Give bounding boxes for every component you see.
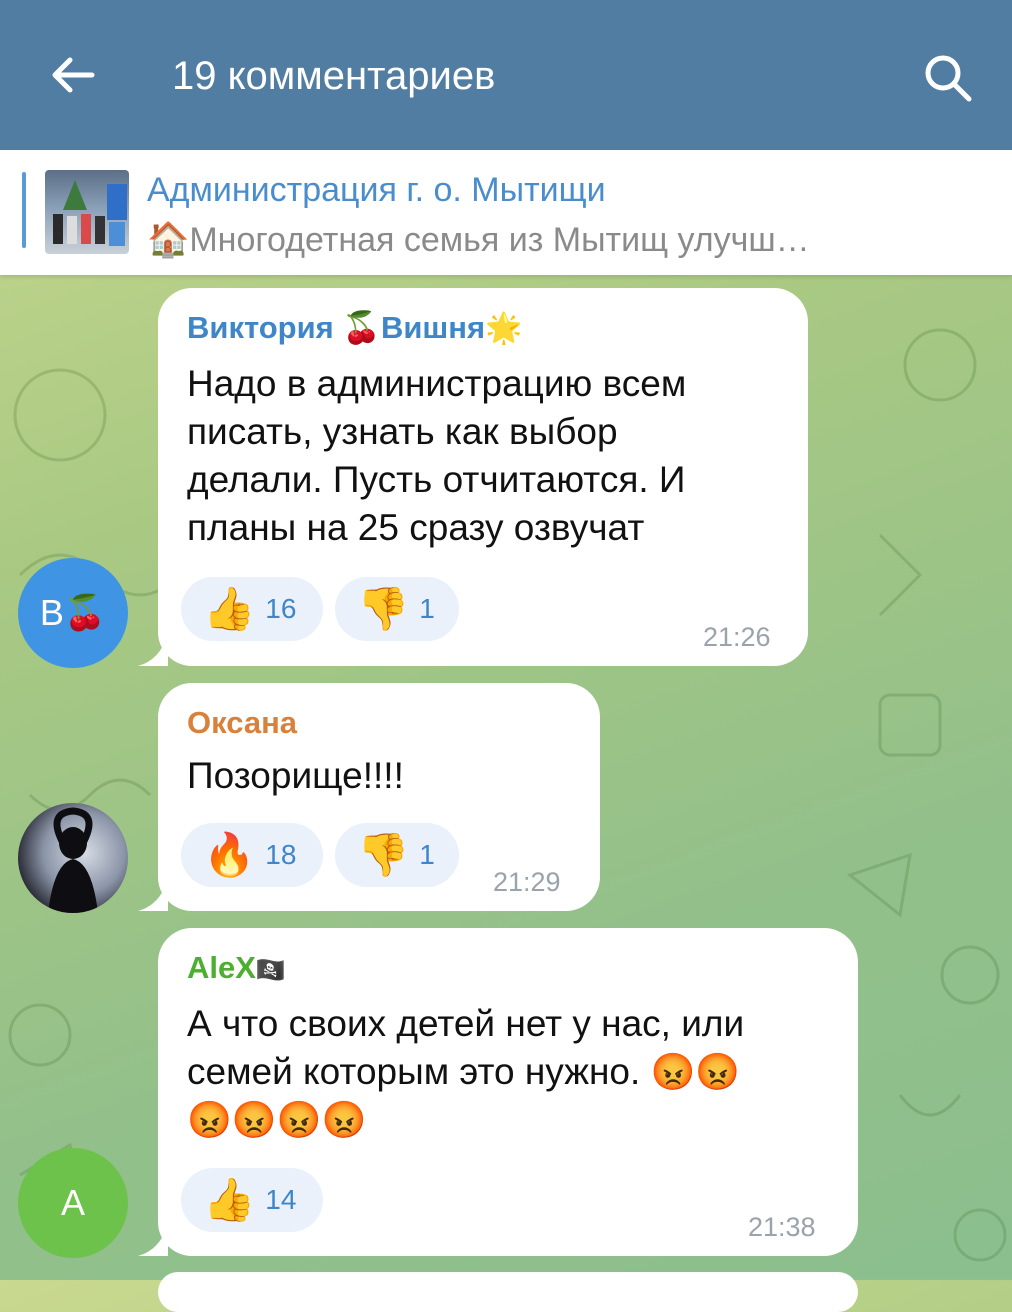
comment-author[interactable]: Оксана [187,704,297,742]
avatar[interactable]: A [18,1148,128,1258]
pinned-post-thumbnail [45,170,129,254]
reaction-fire[interactable]: 🔥 18 [181,823,323,887]
app-header: 19 комментариев [0,0,1012,150]
thumbs-up-icon: 👍 [203,1176,256,1223]
cherry-icon: 🍒 [63,594,107,632]
pinned-accent-bar [22,172,26,248]
reaction-thumbs-down[interactable]: 👎 1 [335,823,459,887]
thumbs-up-icon: 👍 [203,585,256,632]
reaction-thumbs-down[interactable]: 👎 1 [335,577,459,641]
reaction-thumbs-up[interactable]: 👍 16 [181,577,323,641]
thumbs-down-icon: 👎 [357,831,410,878]
thumbs-down-icon: 👎 [357,585,410,632]
comment-bubble[interactable] [158,1272,858,1312]
back-arrow-icon[interactable] [48,52,98,98]
comment-text: Надо в администрацию всем писать, узнать… [187,363,687,548]
angry-face-icon: 😡😡😡😡 [187,1099,367,1140]
pinned-channel-name: Администрация г. о. Мытищи [147,171,606,209]
message-time: 21:38 [748,1212,816,1242]
comment-author[interactable]: AleX🏴‍☠️ [187,949,286,990]
search-icon[interactable] [922,52,974,104]
page-title: 19 комментариев [172,54,496,98]
house-icon: 🏠 [147,221,190,259]
avatar[interactable]: В 🍒 [18,558,128,668]
comment-text: Позорище!!!! [187,755,404,796]
message-time: 21:29 [493,867,561,897]
pirate-flag-icon: 🏴‍☠️ [255,957,286,984]
comment-text: А что своих детей нет у нас, или семей к… [187,1000,744,1144]
reaction-thumbs-up[interactable]: 👍 14 [181,1168,323,1232]
star-icon: 🌟 [485,312,523,345]
pinned-post-preview: 🏠Многодетная семья из Мытищ улучш… [147,221,810,259]
fire-icon: 🔥 [203,831,256,878]
angry-face-icon: 😡😡 [650,1051,741,1092]
comment-author[interactable]: Виктория 🍒Вишня🌟 [187,309,522,348]
message-time: 21:26 [703,622,771,652]
silhouette-icon [48,807,98,913]
avatar[interactable] [18,803,128,913]
